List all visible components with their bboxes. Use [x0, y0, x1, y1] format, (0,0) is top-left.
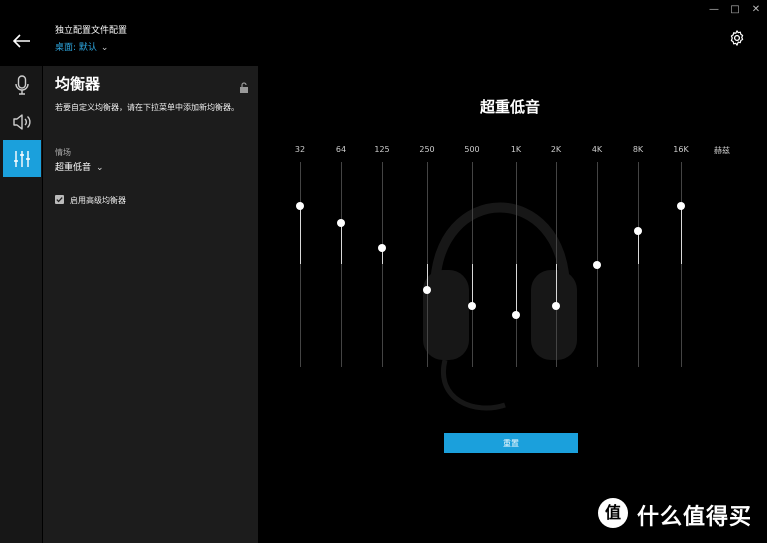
- close-button[interactable]: ✕: [749, 4, 763, 16]
- band-slider-track[interactable]: [681, 162, 682, 367]
- band-slider-handle[interactable]: [378, 244, 386, 252]
- eq-preset-title: 超重低音: [479, 98, 540, 116]
- equalizer-icon: [14, 150, 30, 167]
- band-slider-handle[interactable]: [296, 202, 304, 210]
- arrow-left-icon: [12, 34, 30, 48]
- band-slider-track[interactable]: [300, 162, 301, 367]
- rail-item-equalizer[interactable]: [3, 140, 41, 177]
- band-slider-fill: [516, 264, 517, 315]
- band-slider-handle[interactable]: [512, 311, 520, 319]
- panel-title: 均衡器: [55, 75, 101, 93]
- settings-button[interactable]: [728, 29, 746, 47]
- advanced-eq-checkbox[interactable]: [55, 195, 64, 204]
- band-frequency-label: 250: [419, 145, 435, 154]
- profile-selector[interactable]: 桌面: 默认 ⌄: [55, 40, 108, 53]
- band-slider-fill: [472, 264, 473, 306]
- band-slider-handle[interactable]: [423, 286, 431, 294]
- band-slider-fill: [556, 264, 557, 306]
- chevron-down-icon: ⌄: [96, 163, 104, 173]
- lock-button[interactable]: [239, 79, 249, 93]
- band-slider-handle[interactable]: [468, 302, 476, 310]
- band-frequency-label: 16K: [673, 145, 689, 154]
- advanced-eq-label: 启用高级均衡器: [70, 196, 126, 205]
- preset-label: 情场: [55, 148, 71, 157]
- microphone-icon: [15, 74, 29, 95]
- chevron-down-icon: ⌄: [100, 43, 109, 53]
- band-slider-track[interactable]: [341, 162, 342, 367]
- band-slider-fill: [681, 206, 682, 264]
- band-slider-fill: [341, 223, 342, 264]
- band-frequency-label: 2K: [550, 145, 562, 154]
- preset-value: 超重低音: [55, 163, 92, 173]
- gear-icon: [730, 30, 744, 46]
- band-frequency-label: 4K: [591, 145, 603, 154]
- unlock-icon: [240, 82, 248, 93]
- band-slider-handle[interactable]: [593, 261, 601, 269]
- back-button[interactable]: [10, 30, 34, 52]
- side-rail: [0, 66, 42, 543]
- band-frequency-label: 500: [464, 145, 480, 154]
- band-slider-track[interactable]: [638, 162, 639, 367]
- band-slider-handle[interactable]: [677, 202, 685, 210]
- band-slider-fill: [300, 206, 301, 264]
- equalizer-panel: [43, 66, 258, 543]
- brand-logo: 值: [598, 498, 628, 528]
- band-frequency-label: 1K: [510, 145, 522, 154]
- band-frequency-label: 125: [374, 145, 390, 154]
- band-slider-fill: [638, 231, 639, 264]
- band-frequency-label: 8K: [632, 145, 644, 154]
- preset-dropdown[interactable]: 超重低音 ⌄: [55, 160, 104, 173]
- brand-watermark-text: 什么值得买: [637, 505, 753, 530]
- reset-button[interactable]: 重置: [444, 433, 578, 453]
- profile-selector-label: 桌面: 默认: [55, 43, 97, 53]
- band-slider-handle[interactable]: [337, 219, 345, 227]
- band-frequency-label: 64: [335, 145, 347, 154]
- profile-title: 独立配置文件配置: [55, 26, 128, 36]
- rail-item-microphone[interactable]: [3, 66, 41, 103]
- speaker-icon: [13, 113, 31, 130]
- band-frequency-label: 32: [294, 145, 306, 154]
- checkmark-icon: [56, 197, 63, 203]
- minimize-button[interactable]: —: [707, 4, 721, 16]
- panel-description: 若要自定义均衡器，请在下拉菜单中添加新均衡器。: [55, 103, 239, 112]
- frequency-unit-label: 赫兹: [714, 146, 730, 155]
- maximize-button[interactable]: □: [728, 4, 742, 16]
- band-slider-handle[interactable]: [634, 227, 642, 235]
- band-slider-track[interactable]: [382, 162, 383, 367]
- band-slider-handle[interactable]: [552, 302, 560, 310]
- rail-item-speaker[interactable]: [3, 103, 41, 140]
